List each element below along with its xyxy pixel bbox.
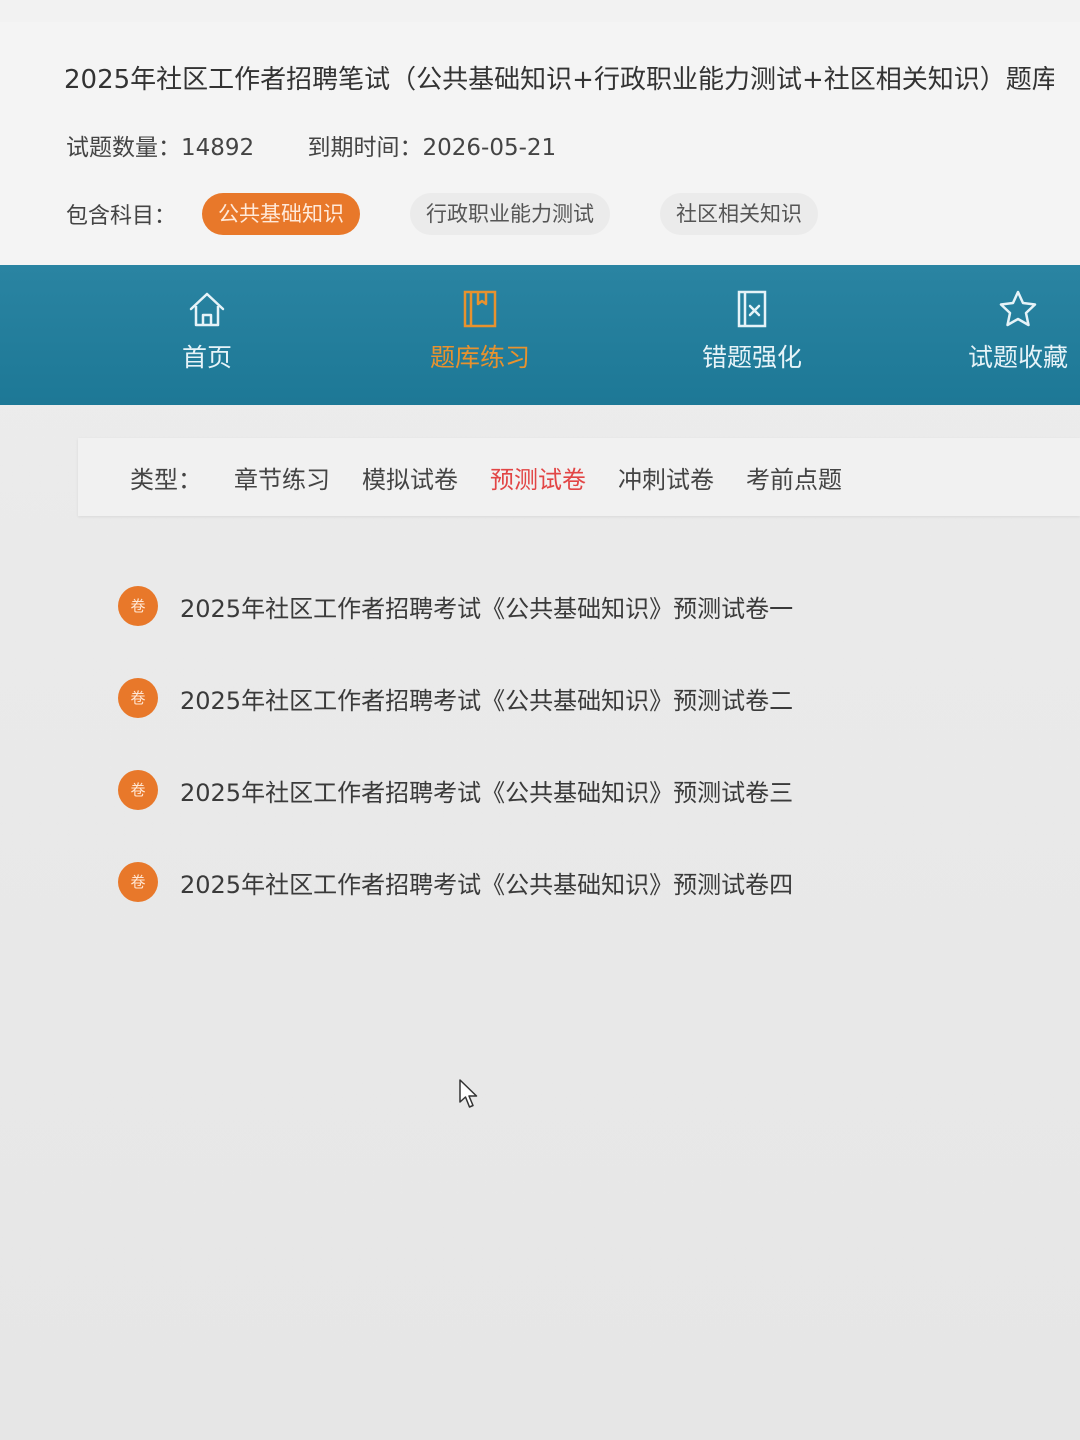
subjects-row: 包含科目： 公共基础知识 行政职业能力测试 社区相关知识 <box>66 192 868 236</box>
star-icon <box>999 290 1037 327</box>
paper-badge: 卷 <box>118 586 158 626</box>
type-tab-pre-exam-tips[interactable]: 考前点题 <box>746 460 842 495</box>
paper-item-2[interactable]: 卷 2025年社区工作者招聘考试《公共基础知识》预测试卷二 <box>118 652 1018 744</box>
question-count: 试题数量：14892 <box>66 135 254 161</box>
expiry-label: 到期时间： <box>307 135 423 161</box>
type-label: 类型： <box>130 465 202 494</box>
paper-title: 2025年社区工作者招聘考试《公共基础知识》预测试卷三 <box>180 778 794 807</box>
nav-item-practice[interactable]: 题库练习 <box>380 265 580 405</box>
nav-item-favorites[interactable]: 试题收藏 <box>918 265 1080 405</box>
nav-label-practice: 题库练习 <box>429 343 530 372</box>
paper-item-3[interactable]: 卷 2025年社区工作者招聘考试《公共基础知识》预测试卷三 <box>118 744 1018 836</box>
nav-item-wrong-questions[interactable]: 错题强化 <box>652 265 852 405</box>
type-tab-mock-paper[interactable]: 模拟试卷 <box>362 460 458 495</box>
paper-title: 2025年社区工作者招聘考试《公共基础知识》预测试卷二 <box>180 686 794 715</box>
paper-badge: 卷 <box>118 678 158 718</box>
paper-list: 卷 2025年社区工作者招聘考试《公共基础知识》预测试卷一 卷 2025年社区工… <box>118 560 1018 928</box>
subject-pill-community-knowledge[interactable]: 社区相关知识 <box>660 193 819 235</box>
subject-pill-aptitude-test[interactable]: 行政职业能力测试 <box>410 193 611 235</box>
mouse-cursor-icon <box>459 1079 478 1108</box>
meta-row: 试题数量：14892 到期时间：2026-05-21 <box>66 132 602 164</box>
type-filter-bar: 类型： 章节练习 模拟试卷 预测试卷 冲刺试卷 考前点题 <box>78 438 1080 516</box>
main-nav-bar: 首页 题库练习 错题强化 试题收藏 <box>0 265 1080 405</box>
paper-item-1[interactable]: 卷 2025年社区工作者招聘考试《公共基础知识》预测试卷一 <box>118 560 1018 652</box>
paper-item-4[interactable]: 卷 2025年社区工作者招聘考试《公共基础知识》预测试卷四 <box>118 836 1018 928</box>
wrong-answer-icon <box>737 290 767 328</box>
type-tab-chapter-practice[interactable]: 章节练习 <box>234 460 330 495</box>
expiry-date: 2026-05-21 <box>422 135 557 161</box>
type-tab-prediction-paper[interactable]: 预测试卷 <box>490 460 586 495</box>
paper-badge: 卷 <box>118 862 158 902</box>
paper-title: 2025年社区工作者招聘考试《公共基础知识》预测试卷四 <box>180 870 794 899</box>
page-title: 2025年社区工作者招聘笔试（公共基础知识+行政职业能力测试+社区相关知识）题库 <box>64 65 1054 95</box>
bank-header: 2025年社区工作者招聘笔试（公共基础知识+行政职业能力测试+社区相关知识）题库… <box>0 22 1080 265</box>
paper-badge: 卷 <box>118 770 158 810</box>
subject-pill-public-knowledge[interactable]: 公共基础知识 <box>202 193 361 235</box>
nav-item-home[interactable]: 首页 <box>107 265 307 405</box>
nav-label-home: 首页 <box>181 343 232 372</box>
expiry: 到期时间：2026-05-21 <box>307 135 556 161</box>
question-count-label: 试题数量： <box>66 135 181 161</box>
book-icon <box>463 290 497 328</box>
paper-title: 2025年社区工作者招聘考试《公共基础知识》预测试卷一 <box>180 594 794 623</box>
home-icon <box>189 292 225 327</box>
subjects-label: 包含科目： <box>66 204 177 229</box>
question-count-value: 14892 <box>181 135 255 161</box>
nav-label-favorites: 试题收藏 <box>967 343 1068 372</box>
browser-top-strip <box>0 0 1080 23</box>
nav-label-wrong-questions: 错题强化 <box>701 343 802 372</box>
type-tab-sprint-paper[interactable]: 冲刺试卷 <box>618 460 714 495</box>
